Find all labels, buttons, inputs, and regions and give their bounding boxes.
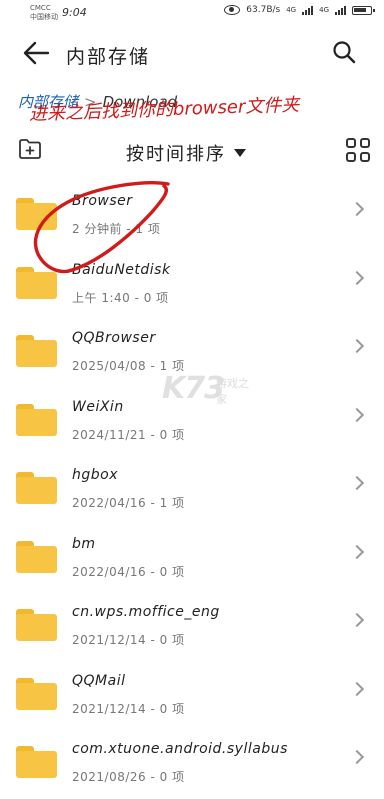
battery-icon bbox=[352, 5, 375, 15]
signal-label-2: 4G bbox=[319, 6, 329, 14]
status-bar: CMCC 中国移动 9:04 63.7B/s 4G 4G bbox=[0, 0, 384, 26]
app-bar: 内部存储 bbox=[0, 28, 384, 78]
clock: 9:04 bbox=[62, 6, 87, 19]
list-item-wps[interactable]: cn.wps.moffice_eng 2021/12/14 - 0 项 bbox=[0, 589, 384, 658]
chevron-right-icon bbox=[349, 612, 365, 628]
chevron-right-icon bbox=[349, 544, 365, 559]
folder-name: bm bbox=[72, 535, 96, 552]
new-folder-icon[interactable] bbox=[18, 138, 42, 160]
folder-name: QQMail bbox=[72, 672, 126, 689]
folder-meta: 2024/11/21 - 0 项 bbox=[72, 427, 185, 442]
folder-icon bbox=[16, 677, 57, 710]
chevron-right-icon bbox=[349, 201, 365, 217]
grid-cell-icon bbox=[360, 152, 370, 162]
folder-meta: 上午 1:40 - 0 项 bbox=[72, 290, 169, 305]
sort-label: 按时间排序 bbox=[126, 144, 226, 165]
folder-meta: 2021/12/14 - 0 项 bbox=[72, 701, 185, 716]
status-icons: 63.7B/s 4G 4G bbox=[224, 5, 375, 15]
search-icon[interactable] bbox=[332, 40, 356, 64]
arrow-left-icon[interactable] bbox=[22, 40, 50, 66]
sort-dropdown[interactable]: 按时间排序 bbox=[126, 140, 246, 166]
page-title: 内部存储 bbox=[66, 46, 151, 68]
red-circle-highlight bbox=[33, 181, 170, 274]
folder-name: com.xtuone.android.syllabus bbox=[72, 741, 288, 757]
watermark-site: 游戏之家 bbox=[216, 377, 249, 406]
list-item-qqmail[interactable]: QQMail 2021/12/14 - 0 项 bbox=[0, 658, 384, 727]
toolbar: 按时间排序 bbox=[0, 134, 384, 168]
eye-comfort-icon bbox=[224, 5, 241, 15]
folder-icon bbox=[16, 335, 57, 367]
watermark-logo: K73 bbox=[162, 371, 225, 406]
signal-icon bbox=[302, 5, 314, 15]
chevron-right-icon bbox=[349, 338, 365, 354]
chevron-right-icon bbox=[349, 681, 365, 696]
signal-icon-2 bbox=[335, 5, 346, 15]
folder-meta: 2021/08/26 - 0 项 bbox=[72, 770, 185, 784]
folder-name: QQBrowser bbox=[72, 330, 156, 346]
folder-icon bbox=[16, 609, 57, 641]
chevron-right-icon bbox=[349, 749, 365, 765]
folder-icon bbox=[16, 403, 57, 436]
signal-label-1: 4G bbox=[286, 6, 297, 14]
carrier-top: CMCC bbox=[30, 4, 51, 12]
folder-icon bbox=[16, 746, 57, 778]
carrier-bottom: 中国移动 bbox=[30, 13, 58, 21]
folder-meta: 2022/04/16 - 1 项 bbox=[72, 496, 185, 510]
list-item-syllabus[interactable]: com.xtuone.android.syllabus 2021/08/26 -… bbox=[0, 726, 384, 795]
caret-down-icon bbox=[234, 149, 246, 157]
folder-meta: 2021/12/14 - 0 项 bbox=[72, 633, 185, 647]
chevron-right-icon bbox=[349, 270, 365, 285]
chevron-right-icon bbox=[349, 475, 365, 491]
grid-cell-icon bbox=[360, 138, 370, 148]
k73-watermark: K73 游戏之家 bbox=[162, 371, 254, 411]
carrier-info: CMCC 中国移动 bbox=[30, 4, 58, 22]
grid-cell-icon bbox=[346, 138, 356, 148]
list-item-hgbox[interactable]: hgbox 2022/04/16 - 1 项 bbox=[0, 452, 384, 521]
folder-name: hgbox bbox=[72, 467, 118, 483]
grid-cell-icon bbox=[346, 152, 356, 162]
list-item-bm[interactable]: bm 2022/04/16 - 0 项 bbox=[0, 521, 384, 590]
folder-icon bbox=[16, 472, 57, 504]
network-speed: 63.7B/s bbox=[246, 5, 281, 15]
chevron-right-icon bbox=[349, 407, 365, 422]
folder-meta: 2022/04/16 - 0 项 bbox=[72, 564, 185, 579]
folder-name: WeiXin bbox=[72, 398, 124, 415]
folder-icon bbox=[16, 540, 57, 573]
folder-name: cn.wps.moffice_eng bbox=[72, 604, 220, 620]
grid-view-icon[interactable] bbox=[346, 138, 370, 162]
